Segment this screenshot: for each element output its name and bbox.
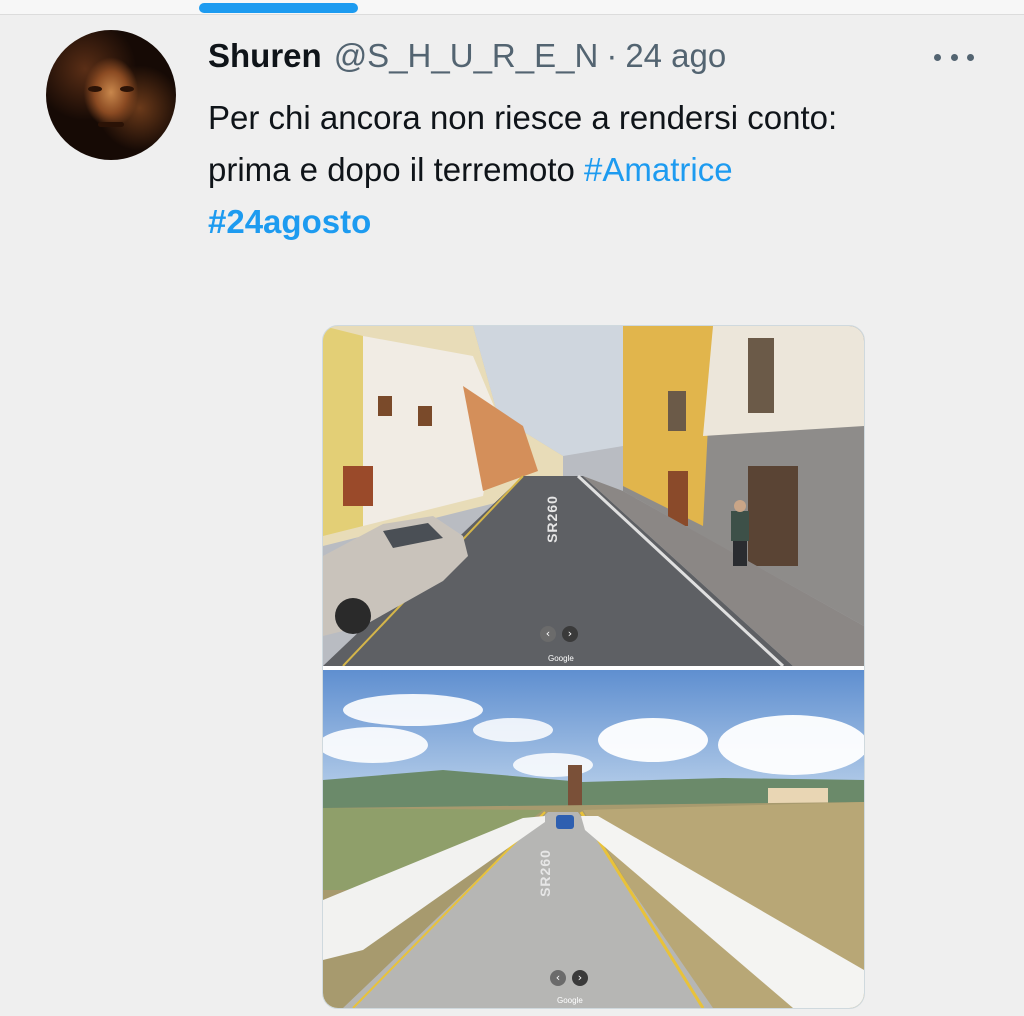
google-watermark: Google — [548, 654, 574, 663]
nav-prev-icon[interactable]: ‹ — [550, 970, 566, 986]
avatar-eye-left — [88, 86, 102, 92]
nav-next-icon[interactable]: › — [562, 626, 578, 642]
separator-dot: · — [606, 37, 618, 74]
photo-after[interactable]: SR260 ‹ › Google — [323, 670, 864, 1008]
tweet-text: Per chi ancora non riesce a rendersi con… — [208, 92, 998, 248]
nav-next-icon[interactable]: › — [572, 970, 588, 986]
road-marking: SR260 — [543, 495, 560, 543]
more-dot-icon — [934, 53, 941, 61]
display-name[interactable]: Shuren — [208, 36, 322, 76]
top-bar — [0, 0, 1024, 15]
hashtag-link[interactable]: #24agosto — [208, 203, 371, 240]
active-tab-indicator — [199, 3, 358, 13]
tweet-text-line: #24agosto — [208, 196, 998, 248]
road-marking: SR260 — [536, 849, 553, 897]
media-container: SR260 ‹ › Google SR260 ‹ › Google — [322, 325, 865, 1009]
tweet-text-line: prima e dopo il terremoto #Amatrice — [208, 144, 998, 196]
more-dot-icon — [950, 53, 958, 61]
more-options-button[interactable] — [932, 44, 976, 70]
tweet-text-plain: prima e dopo il terremoto — [208, 151, 585, 188]
user-handle[interactable]: @S_H_U_R_E_N — [334, 36, 599, 76]
tweet-header: Shuren @S_H_U_R_E_N · 24 ago — [208, 36, 726, 76]
more-dot-icon — [967, 53, 974, 61]
avatar[interactable] — [46, 30, 176, 160]
street-view-nav[interactable]: ‹ › — [550, 970, 588, 986]
street-after-image — [323, 670, 864, 1008]
hashtag-link[interactable]: #Amatrice — [584, 151, 733, 188]
google-watermark: Google — [557, 996, 583, 1005]
tweet-text-line: Per chi ancora non riesce a rendersi con… — [208, 99, 838, 136]
photo-before[interactable]: SR260 ‹ › Google — [323, 326, 864, 666]
street-view-nav[interactable]: ‹ › — [540, 626, 578, 642]
street-before-image — [323, 326, 864, 666]
avatar-mouth — [98, 122, 124, 127]
nav-prev-icon[interactable]: ‹ — [540, 626, 556, 642]
tweet-date[interactable]: 24 ago — [625, 36, 726, 76]
avatar-eye-right — [120, 86, 134, 92]
